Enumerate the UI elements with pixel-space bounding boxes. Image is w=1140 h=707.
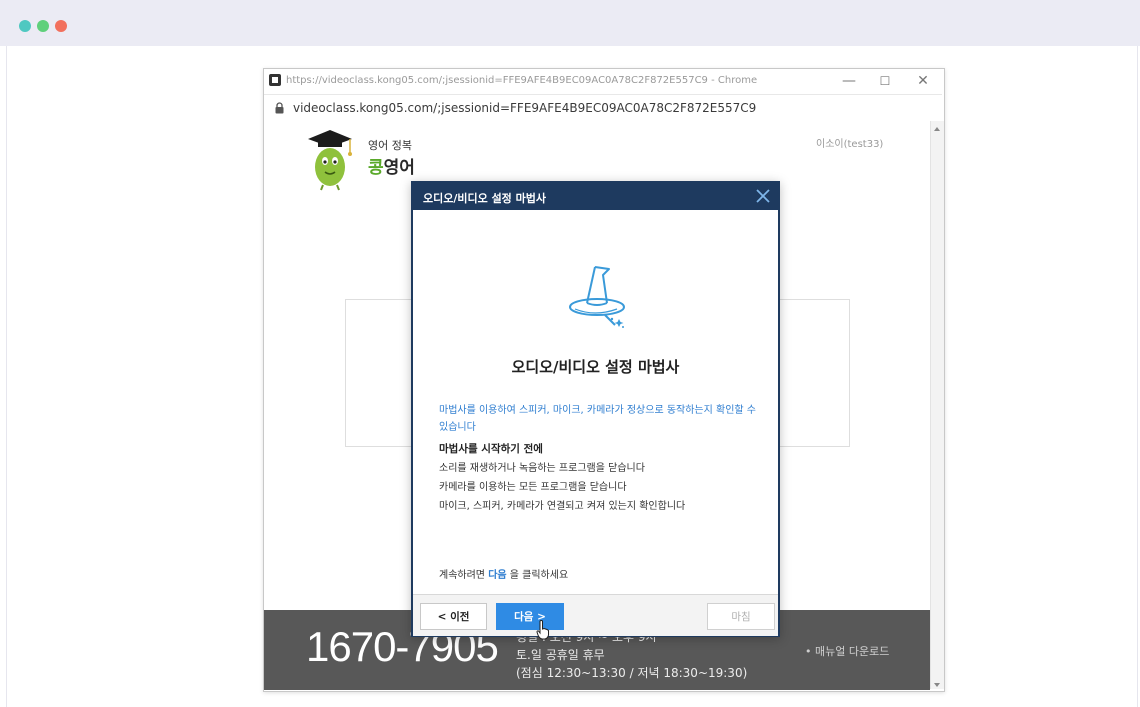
preparation-steps: 소리를 재생하거나 녹음하는 프로그램을 닫습니다 카메라를 이용하는 모든 프… [439, 459, 685, 516]
logo-title-accent: 콩 [368, 158, 384, 178]
window-titlebar: https://videoclass.kong05.com/;jsessioni… [264, 69, 944, 94]
close-window-button[interactable]: ✕ [905, 70, 941, 92]
scroll-up-arrow-icon[interactable] [934, 127, 940, 131]
continue-hint: 계속하려면 다음 을 클릭하세요 [439, 566, 568, 581]
logo-subtitle: 영어 정복 [368, 139, 412, 152]
av-setup-wizard-dialog: 오디오/비디오 설정 마법사 오디오/비디오 설정 마법사 마법사를 이용하여 … [411, 181, 780, 640]
hours-line: 토.일 공휴일 휴무 [516, 648, 605, 662]
continue-highlight: 다음 [488, 570, 507, 581]
manual-download-link[interactable]: • 매뉴얼 다운로드 [805, 643, 889, 659]
dot-green [37, 20, 49, 32]
window-title: https://videoclass.kong05.com/;jsessioni… [286, 75, 758, 86]
close-icon[interactable] [752, 185, 774, 207]
dialog-heading: 오디오/비디오 설정 마법사 [511, 358, 680, 376]
maximize-button[interactable]: ☐ [867, 70, 903, 92]
hours-line: (점심 12:30~13:30 / 저녁 18:30~19:30) [516, 666, 748, 680]
dialog-intro-text: 마법사를 이용하여 스피커, 마이크, 카메라가 정상으로 동작하는지 확인할 … [439, 405, 756, 433]
user-name: 이소이(test33) [816, 139, 884, 150]
hand-cursor-icon [536, 620, 549, 640]
kong-mascot-logo-icon [308, 130, 352, 191]
continue-suffix: 을 클릭하세요 [509, 570, 569, 581]
step-item: 마이크, 스피커, 카메라가 연결되고 켜져 있는지 확인합니다 [439, 501, 686, 512]
dot-red [55, 20, 67, 32]
address-bar[interactable]: videoclass.kong05.com/;jsessionid=FFE9AF… [264, 94, 942, 122]
step-item: 소리를 재생하거나 녹음하는 프로그램을 닫습니다 [439, 463, 645, 474]
scroll-down-arrow-icon[interactable] [934, 683, 940, 687]
wizard-hat-icon [569, 266, 625, 328]
logo-title: 콩영어 [368, 153, 415, 178]
dot-teal [19, 20, 31, 32]
chrome-popup-window: https://videoclass.kong05.com/;jsessioni… [263, 68, 945, 692]
before-start-title: 마법사를 시작하기 전에 [439, 443, 543, 455]
scrollbar[interactable] [930, 121, 944, 689]
dialog-title: 오디오/비디오 설정 마법사 [423, 192, 546, 205]
step-item: 카메라를 이용하는 모든 프로그램을 닫습니다 [439, 482, 627, 493]
finish-button[interactable]: 마침 [707, 603, 775, 630]
dialog-header: 오디오/비디오 설정 마법사 [413, 183, 778, 210]
logo-title-rest: 영어 [383, 158, 415, 178]
page-content: 영어 정복 콩영어 이소이(test33) 1670-7905 평일 : 오전 … [264, 121, 930, 691]
lock-icon [275, 102, 284, 114]
minimize-button[interactable]: — [831, 70, 867, 92]
continue-prefix: 계속하려면 [439, 570, 485, 581]
window-dots [19, 20, 67, 32]
next-button[interactable]: 다음 > [496, 603, 564, 630]
address-url[interactable]: videoclass.kong05.com/;jsessionid=FFE9AF… [293, 101, 756, 115]
favicon-icon [269, 74, 281, 86]
outer-titlebar [0, 0, 1140, 46]
dialog-footer: < 이전 다음 > 마침 [413, 594, 778, 640]
previous-button[interactable]: < 이전 [420, 603, 487, 630]
